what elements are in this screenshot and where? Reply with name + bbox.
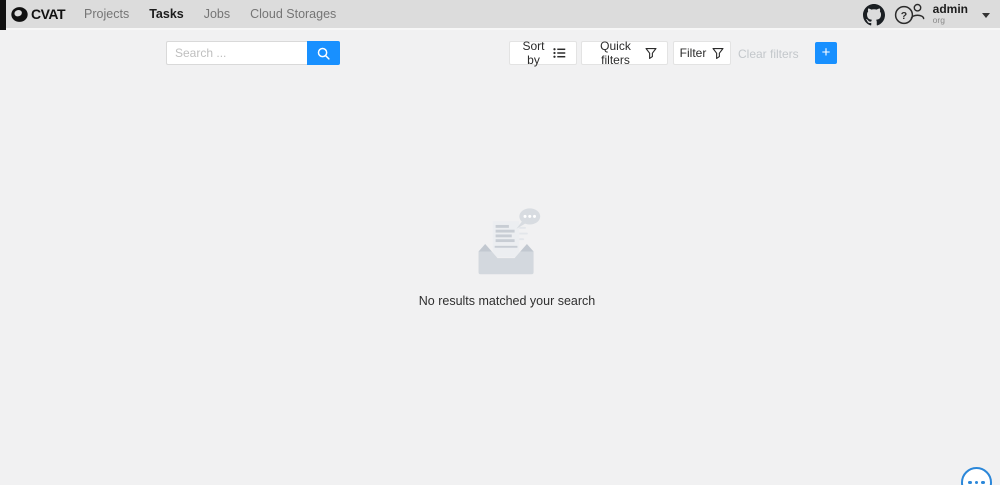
filter-label: Filter xyxy=(680,46,707,60)
nav-item-cloud-storages[interactable]: Cloud Storages xyxy=(250,7,336,21)
cvat-logo-icon xyxy=(10,5,29,24)
chat-dots-icon xyxy=(975,481,979,485)
search-button[interactable] xyxy=(307,41,340,65)
main-nav: Projects Tasks Jobs Cloud Storages xyxy=(84,7,356,21)
top-navbar: CVAT Projects Tasks Jobs Cloud Storages … xyxy=(0,0,1000,30)
sort-by-button[interactable]: Sort by xyxy=(509,41,577,65)
username: admin xyxy=(933,3,968,16)
logo-text: CVAT xyxy=(31,6,65,22)
github-icon[interactable] xyxy=(863,4,885,26)
filter-button[interactable]: Filter xyxy=(673,41,731,65)
funnel-icon xyxy=(712,47,724,60)
svg-text:?: ? xyxy=(901,10,907,22)
tasks-page: CVAT Projects Tasks Jobs Cloud Storages … xyxy=(0,0,1000,485)
empty-state: No results matched your search xyxy=(357,206,657,308)
chat-widget-button[interactable] xyxy=(961,467,992,485)
cvat-logo[interactable]: CVAT xyxy=(10,5,65,24)
chat-dots-icon xyxy=(981,481,985,485)
nav-item-tasks[interactable]: Tasks xyxy=(149,7,184,21)
unordered-list-icon xyxy=(553,47,566,59)
search-icon xyxy=(317,47,330,60)
window-edge-strip xyxy=(0,0,6,30)
quick-filters-button[interactable]: Quick filters xyxy=(581,41,668,65)
quick-filters-label: Quick filters xyxy=(592,39,639,67)
sort-by-label: Sort by xyxy=(520,39,547,67)
chat-dots-icon xyxy=(968,481,972,485)
user-menu[interactable]: admin org xyxy=(909,2,990,26)
clear-filters-button[interactable]: Clear filters xyxy=(738,47,799,61)
nav-item-jobs[interactable]: Jobs xyxy=(204,7,230,21)
caret-down-icon[interactable] xyxy=(982,13,990,18)
nav-item-projects[interactable]: Projects xyxy=(84,7,129,21)
user-org: org xyxy=(933,16,968,25)
empty-inbox-illustration xyxy=(469,206,545,285)
create-task-button[interactable]: + xyxy=(815,42,837,64)
empty-state-message: No results matched your search xyxy=(357,294,657,308)
user-icon xyxy=(909,2,926,26)
funnel-icon xyxy=(645,47,657,60)
user-names: admin org xyxy=(933,3,968,26)
search-input[interactable] xyxy=(166,41,307,65)
search-bar xyxy=(166,41,340,65)
